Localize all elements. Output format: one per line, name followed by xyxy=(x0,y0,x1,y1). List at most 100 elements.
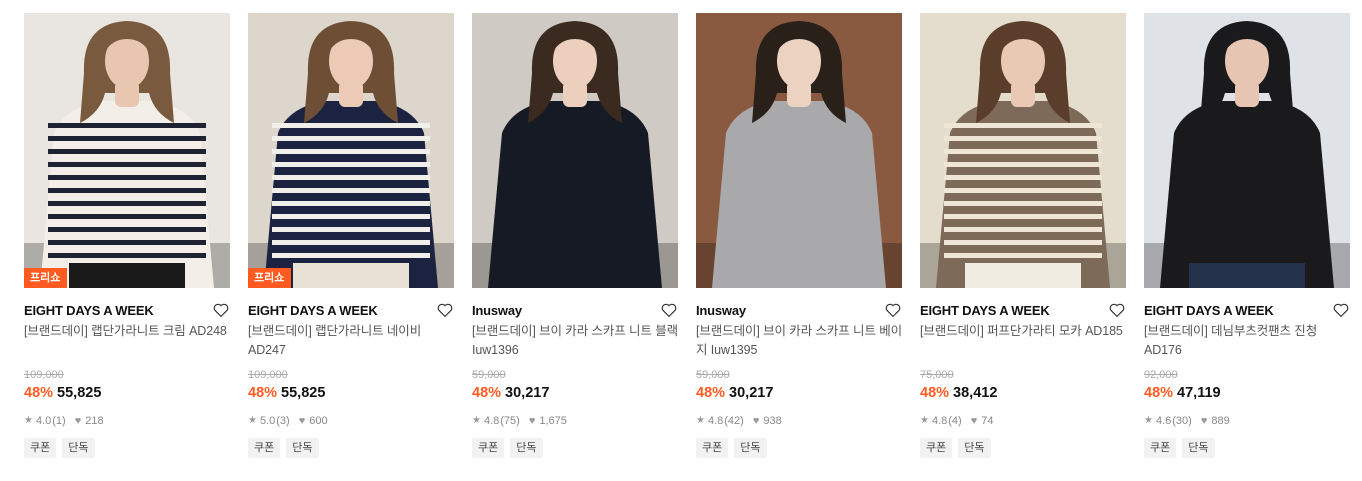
like-count: 218 xyxy=(85,415,104,427)
star-icon: ★ xyxy=(696,415,705,426)
stripe xyxy=(272,188,430,193)
exclusive-tag[interactable]: 단독 xyxy=(734,438,767,458)
original-price: 92,000 xyxy=(1144,369,1178,381)
sale-price: 30,217 xyxy=(505,385,550,401)
product-photo xyxy=(472,13,678,288)
heart-icon[interactable] xyxy=(884,301,902,319)
stripe xyxy=(48,162,206,167)
brand-name[interactable]: EIGHT DAYS A WEEK xyxy=(1144,303,1274,318)
brand-name[interactable]: EIGHT DAYS A WEEK xyxy=(920,303,1050,318)
stripe xyxy=(944,162,1102,167)
product-photo xyxy=(1144,13,1350,288)
coupon-tag[interactable]: 쿠폰 xyxy=(248,438,281,458)
product-grid: 프리쇼 EIGHT DAYS A WEEK [브랜드데이] 랩단가라니트 크림 … xyxy=(24,13,1350,458)
heart-filled-icon: ♥ xyxy=(528,415,536,427)
heart-filled-icon: ♥ xyxy=(970,415,978,427)
original-price: 59,000 xyxy=(696,369,730,381)
discount-rate: 48% xyxy=(696,385,726,401)
product-title[interactable]: [브랜드데이] 브이 카라 스카프 니트 블랙 Iuw1396 xyxy=(472,322,678,360)
live-show-badge: 프리쇼 xyxy=(248,268,292,288)
original-price: 109,000 xyxy=(248,369,288,381)
stripe xyxy=(944,201,1102,206)
like-count: 938 xyxy=(763,415,782,427)
stripe xyxy=(944,188,1102,193)
review-meta: ★ 4.8 (75) ♥ 1,675 xyxy=(472,414,678,428)
product-title[interactable]: [브랜드데이] 랩단가라니트 네이비 AD247 xyxy=(248,322,454,360)
stripe xyxy=(48,175,206,180)
stripe xyxy=(272,149,430,154)
heart-icon[interactable] xyxy=(660,301,678,319)
coupon-tag[interactable]: 쿠폰 xyxy=(696,438,729,458)
product-title[interactable]: [브랜드데이] 브이 카라 스카프 니트 베이지 Iuw1395 xyxy=(696,322,902,360)
price-row: 48% 38,412 xyxy=(920,384,1126,402)
sale-price: 55,825 xyxy=(281,385,326,401)
star-icon: ★ xyxy=(472,415,481,426)
sale-price: 55,825 xyxy=(57,385,102,401)
brand-row: EIGHT DAYS A WEEK xyxy=(920,301,1126,319)
product-photo xyxy=(248,13,454,288)
product-card-6[interactable]: EIGHT DAYS A WEEK [브랜드데이] 데님부츠컷팬츠 진청 AD1… xyxy=(1144,13,1350,458)
heart-icon[interactable] xyxy=(1108,301,1126,319)
coupon-tag[interactable]: 쿠폰 xyxy=(24,438,57,458)
coupon-tag[interactable]: 쿠폰 xyxy=(1144,438,1177,458)
tag-list: 쿠폰 단독 xyxy=(920,438,1126,458)
heart-icon[interactable] xyxy=(212,301,230,319)
product-card-3[interactable]: Inusway [브랜드데이] 브이 카라 스카프 니트 블랙 Iuw1396 … xyxy=(472,13,678,458)
sale-price: 47,119 xyxy=(1177,385,1221,401)
exclusive-tag[interactable]: 단독 xyxy=(1182,438,1215,458)
product-image[interactable]: 프리쇼 xyxy=(248,13,454,288)
brand-name[interactable]: EIGHT DAYS A WEEK xyxy=(24,303,154,318)
stripe xyxy=(272,175,430,180)
discount-rate: 48% xyxy=(248,385,278,401)
exclusive-tag[interactable]: 단독 xyxy=(510,438,543,458)
stripe xyxy=(272,227,430,232)
product-title[interactable]: [브랜드데이] 랩단가라니트 크림 AD248 xyxy=(24,322,230,360)
product-card-5[interactable]: EIGHT DAYS A WEEK [브랜드데이] 퍼프단가라티 모카 AD18… xyxy=(920,13,1126,458)
star-icon: ★ xyxy=(248,415,257,426)
brand-row: EIGHT DAYS A WEEK xyxy=(248,301,454,319)
product-card-2[interactable]: 프리쇼 EIGHT DAYS A WEEK [브랜드데이] 랩단가라니트 네이비… xyxy=(248,13,454,458)
stripe xyxy=(272,253,430,258)
stripe xyxy=(272,214,430,219)
product-image[interactable] xyxy=(1144,13,1350,288)
brand-name[interactable]: Inusway xyxy=(696,303,746,318)
product-image[interactable] xyxy=(920,13,1126,288)
price-row: 48% 55,825 xyxy=(248,384,454,402)
rating-value: 4.8 xyxy=(931,415,948,427)
heart-filled-icon: ♥ xyxy=(1200,415,1208,427)
price-row: 48% 30,217 xyxy=(696,384,902,402)
heart-filled-icon: ♥ xyxy=(298,415,306,427)
tag-list: 쿠폰 단독 xyxy=(248,438,454,458)
product-title[interactable]: [브랜드데이] 데님부츠컷팬츠 진청 AD176 xyxy=(1144,322,1350,360)
product-title[interactable]: [브랜드데이] 퍼프단가라티 모카 AD185 xyxy=(920,322,1126,360)
product-image[interactable] xyxy=(472,13,678,288)
coupon-tag[interactable]: 쿠폰 xyxy=(472,438,505,458)
stripe xyxy=(48,123,206,128)
heart-icon[interactable] xyxy=(1332,301,1350,319)
rating-value: 4.6 xyxy=(1155,415,1172,427)
heart-icon[interactable] xyxy=(436,301,454,319)
exclusive-tag[interactable]: 단독 xyxy=(286,438,319,458)
brand-name[interactable]: Inusway xyxy=(472,303,522,318)
price-row: 48% 30,217 xyxy=(472,384,678,402)
review-meta: ★ 4.8 (4) ♥ 74 xyxy=(920,414,1126,428)
product-card-4[interactable]: Inusway [브랜드데이] 브이 카라 스카프 니트 베이지 Iuw1395… xyxy=(696,13,902,458)
exclusive-tag[interactable]: 단독 xyxy=(958,438,991,458)
exclusive-tag[interactable]: 단독 xyxy=(62,438,95,458)
stripe xyxy=(48,253,206,258)
review-count: (30) xyxy=(1172,415,1192,427)
product-image[interactable]: 프리쇼 xyxy=(24,13,230,288)
original-price: 59,000 xyxy=(472,369,506,381)
like-count: 1,675 xyxy=(539,415,567,427)
brand-name[interactable]: EIGHT DAYS A WEEK xyxy=(248,303,378,318)
stripe xyxy=(272,136,430,141)
product-image[interactable] xyxy=(696,13,902,288)
product-card-1[interactable]: 프리쇼 EIGHT DAYS A WEEK [브랜드데이] 랩단가라니트 크림 … xyxy=(24,13,230,458)
like-count: 74 xyxy=(981,415,994,427)
stripe xyxy=(48,188,206,193)
coupon-tag[interactable]: 쿠폰 xyxy=(920,438,953,458)
original-price: 109,000 xyxy=(24,369,64,381)
review-meta: ★ 5.0 (3) ♥ 600 xyxy=(248,414,454,428)
discount-rate: 48% xyxy=(920,385,950,401)
review-count: (3) xyxy=(276,415,290,427)
